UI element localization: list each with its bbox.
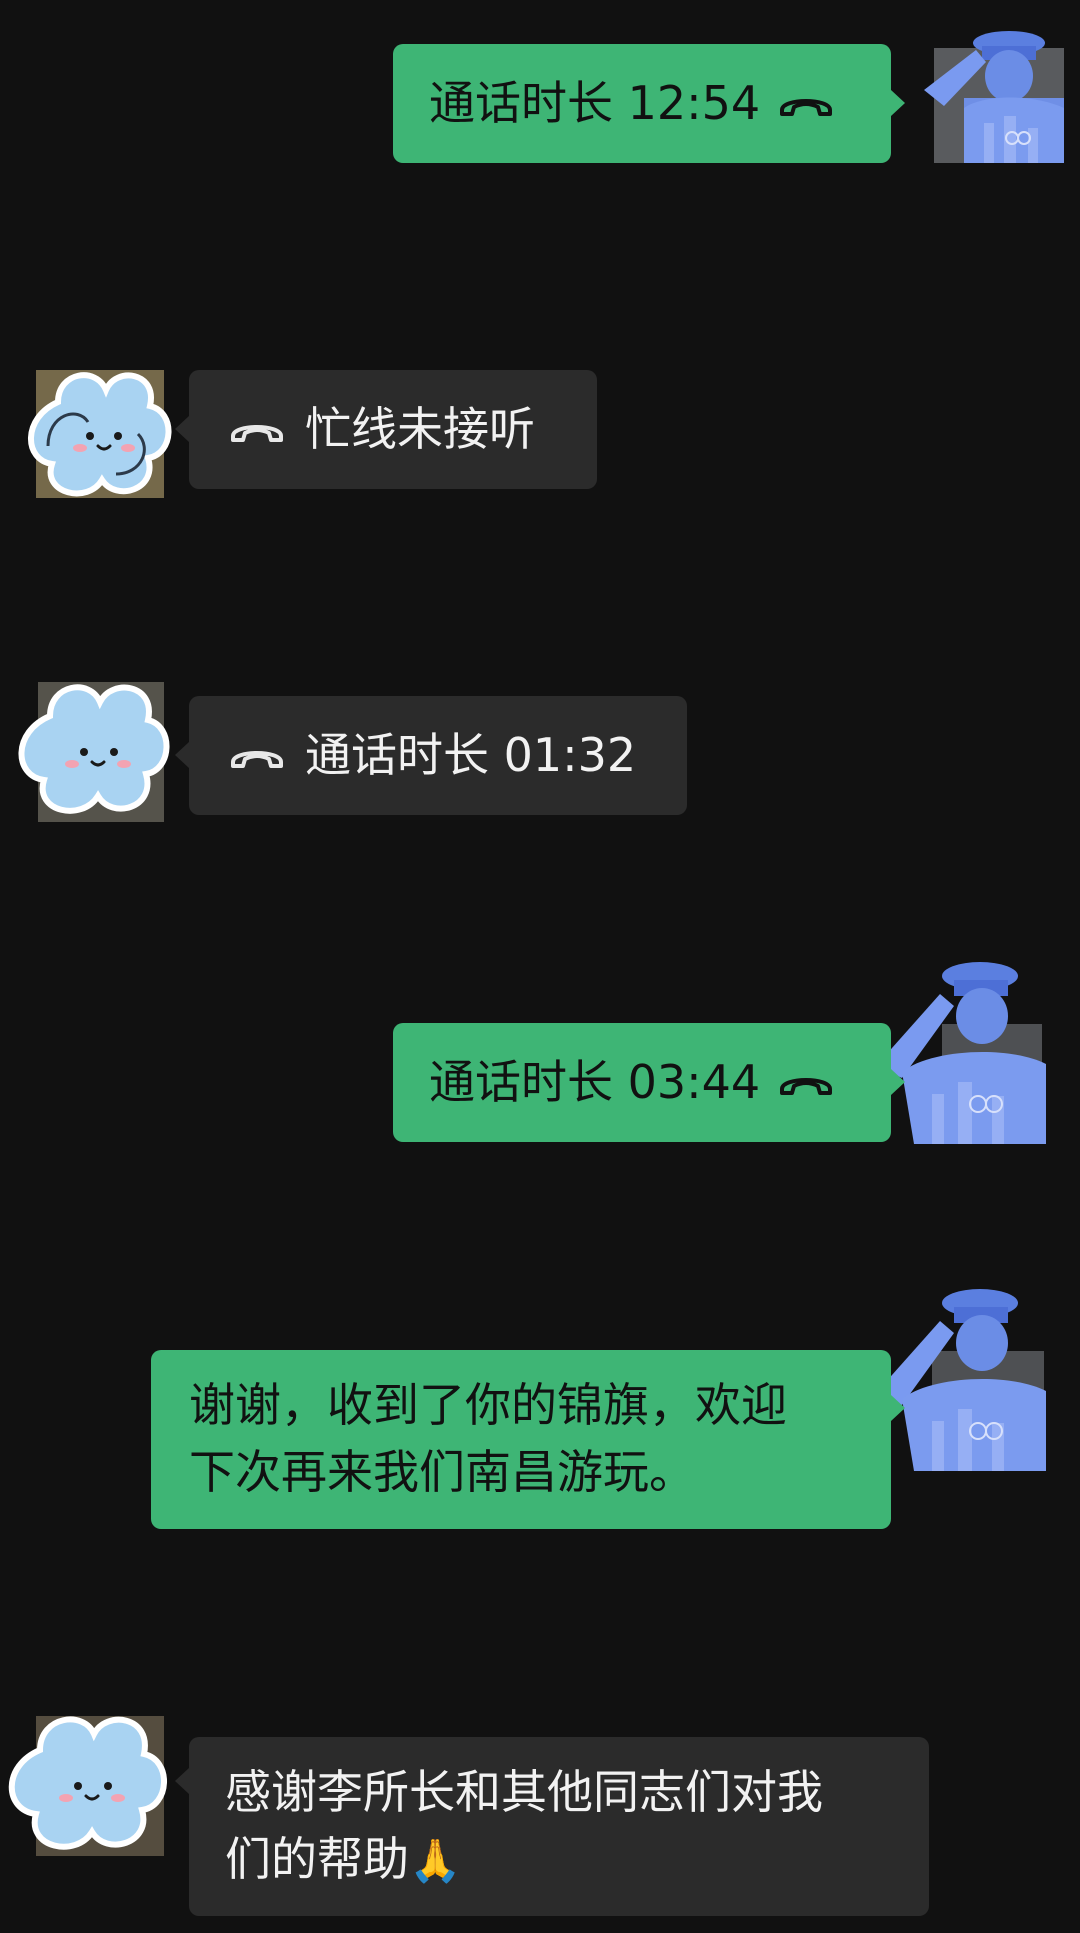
- message-text: 通话时长 12:54: [429, 76, 761, 131]
- phone-hangup-icon: [229, 416, 285, 444]
- message-bubble-incoming-call[interactable]: 忙线未接听: [189, 370, 597, 489]
- message-text: 谢谢，收到了你的锦旗，欢迎 下次再来我们南昌游玩。: [189, 1378, 787, 1499]
- bubble-tail: [891, 1395, 905, 1421]
- bubble-tail: [175, 1768, 189, 1794]
- phone-hangup-icon: [778, 90, 834, 118]
- message-text: 通话时长 01:32: [305, 728, 637, 783]
- message-text: 感谢李所长和其他同志们对我 们的帮助: [225, 1765, 823, 1886]
- bubble-tail: [175, 742, 189, 768]
- police-salute-avatar[interactable]: [924, 28, 1070, 168]
- folded-hands-emoji: 🙏: [409, 1835, 462, 1885]
- cloud-face-avatar[interactable]: [8, 672, 174, 828]
- bubble-tail: [891, 1069, 905, 1095]
- message-bubble-incoming-text[interactable]: 感谢李所长和其他同志们对我 们的帮助🙏: [189, 1737, 929, 1916]
- cloud-face-avatar[interactable]: [0, 1702, 174, 1862]
- message-bubble-incoming-call[interactable]: 通话时长 01:32: [189, 696, 687, 815]
- message-bubble-outgoing-text[interactable]: 谢谢，收到了你的锦旗，欢迎 下次再来我们南昌游玩。: [151, 1350, 891, 1529]
- message-text-wrap: 感谢李所长和其他同志们对我 们的帮助🙏: [225, 1759, 823, 1892]
- phone-hangup-icon: [229, 742, 285, 770]
- chat-window: 通话时长 12:54 忙线未接听 通话时长 01:32 通话时长 03:44 谢…: [0, 0, 1080, 1933]
- cloud-face-avatar[interactable]: [18, 362, 174, 510]
- phone-hangup-icon: [778, 1069, 834, 1097]
- message-text: 忙线未接听: [305, 402, 535, 457]
- message-text: 通话时长 03:44: [429, 1055, 761, 1110]
- bubble-tail: [891, 90, 905, 116]
- bubble-tail: [175, 416, 189, 442]
- message-bubble-outgoing-call[interactable]: 通话时长 12:54: [393, 44, 891, 163]
- message-bubble-outgoing-call[interactable]: 通话时长 03:44: [393, 1023, 891, 1142]
